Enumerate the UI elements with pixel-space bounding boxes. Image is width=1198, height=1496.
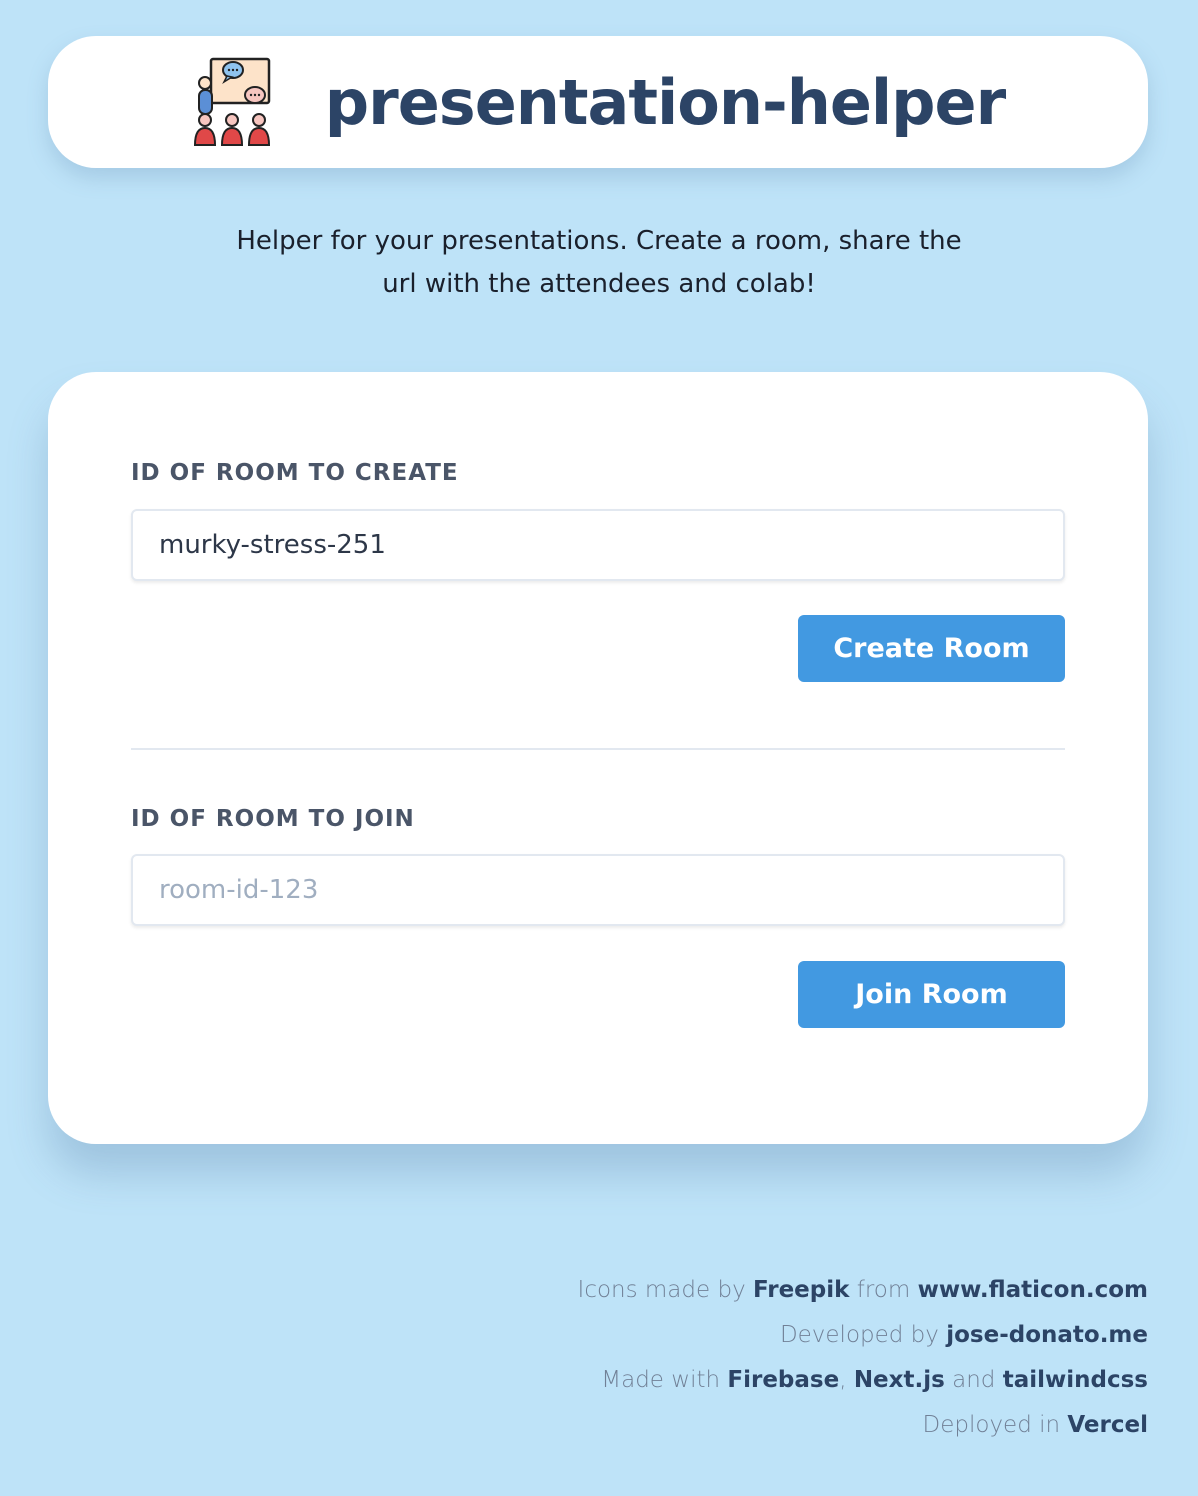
presentation-audience-icon <box>193 57 271 146</box>
footer-icons-credit: Icons made by Freepik from www.flaticon.… <box>577 1277 1148 1303</box>
app-header: presentation-helper <box>48 36 1148 168</box>
join-room-button[interactable]: Join Room <box>798 961 1065 1028</box>
tailwindcss-link[interactable]: tailwindcss <box>1003 1367 1148 1393</box>
footer-tech-credit: Made with Firebase, Next.js and tailwind… <box>601 1367 1148 1393</box>
developer-link[interactable]: jose-donato.me <box>946 1322 1148 1348</box>
nextjs-link[interactable]: Next.js <box>854 1367 945 1393</box>
create-room-label: ID OF ROOM TO CREATE <box>131 460 459 486</box>
app-description: Helper for your presentations. Create a … <box>236 226 962 299</box>
footer: Icons made by Freepik from www.flaticon.… <box>578 1268 1148 1448</box>
create-room-button[interactable]: Create Room <box>798 615 1065 682</box>
join-room-id-input[interactable] <box>131 854 1065 926</box>
app-title: presentation-helper <box>324 65 1006 139</box>
section-divider <box>131 748 1065 750</box>
join-room-label: ID OF ROOM TO JOIN <box>131 806 415 832</box>
freepik-link[interactable]: Freepik <box>753 1277 849 1303</box>
firebase-link[interactable]: Firebase <box>727 1367 839 1393</box>
footer-deploy-credit: Deployed in Vercel <box>922 1412 1148 1438</box>
footer-developer-credit: Developed by jose-donato.me <box>779 1322 1148 1348</box>
flaticon-link[interactable]: www.flaticon.com <box>918 1277 1148 1303</box>
create-room-id-input[interactable] <box>131 509 1065 581</box>
room-card: ID OF ROOM TO CREATE Create Room ID OF R… <box>48 372 1148 1144</box>
vercel-link[interactable]: Vercel <box>1067 1412 1148 1438</box>
